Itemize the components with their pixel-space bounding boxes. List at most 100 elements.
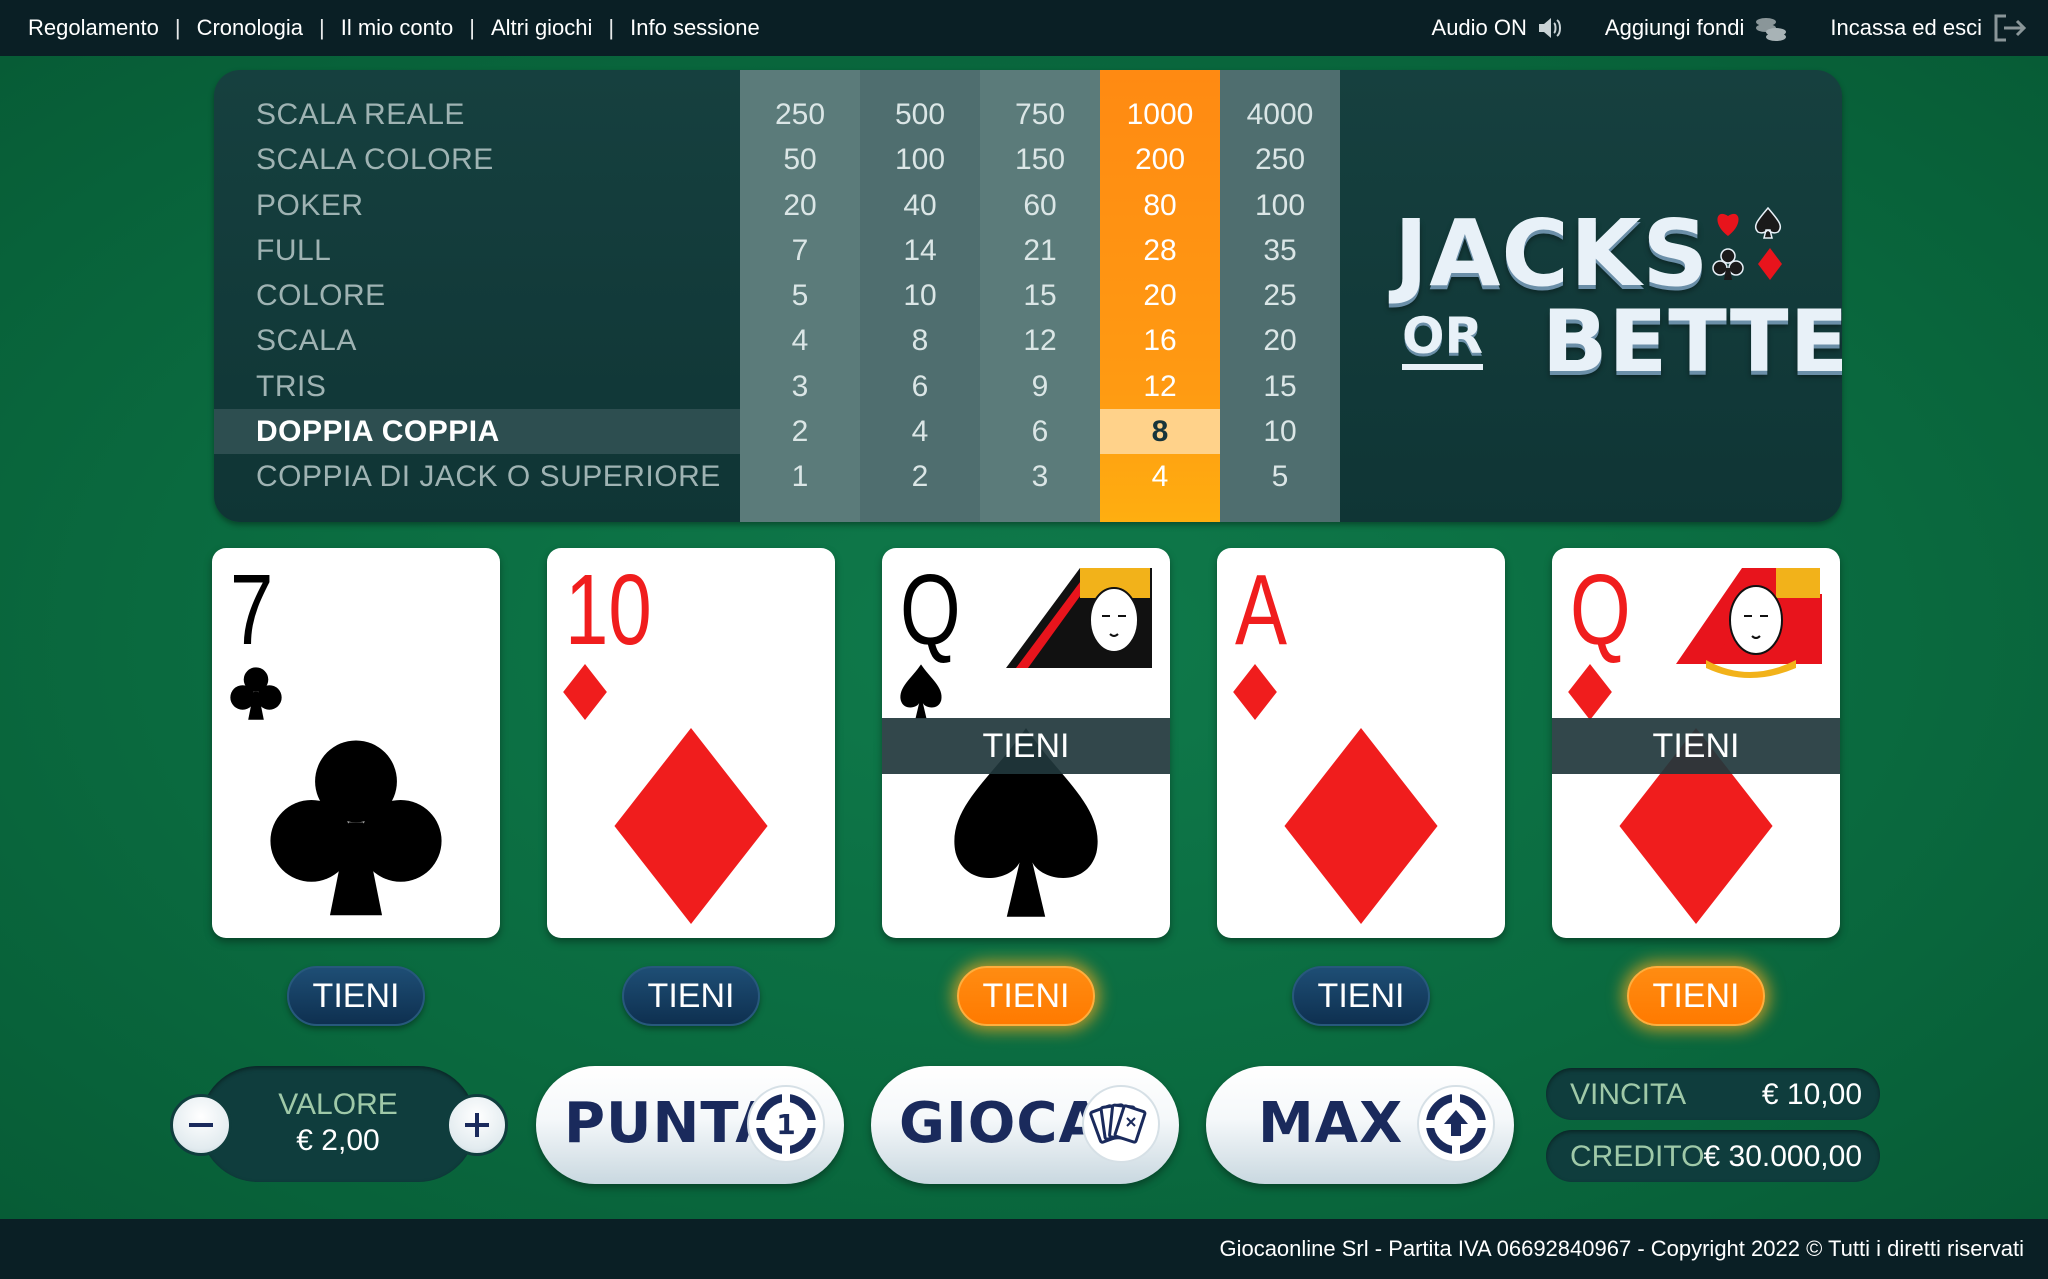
nav-separator: | [608, 15, 615, 40]
payout-value: 6 [1031, 415, 1049, 449]
nav-separator: | [174, 15, 181, 40]
payout-value: 3 [791, 369, 809, 403]
hand-name: COLORE [256, 279, 386, 313]
bet-value-amount: € 2,00 [296, 1124, 380, 1157]
paytable-hand-names: SCALA REALE SCALA COLORE POKER FULL COLO… [214, 70, 740, 522]
increase-bet-button[interactable] [446, 1094, 508, 1156]
audio-label: Audio ON [1431, 15, 1527, 40]
payout-value: 80 [1143, 188, 1177, 222]
payout-value: 3 [1031, 460, 1049, 494]
payout-value: 9 [1031, 369, 1049, 403]
win-value: € 10,00 [1761, 1078, 1862, 1111]
payout-value: 60 [1023, 188, 1057, 222]
club-icon [230, 667, 282, 720]
logo-or: OR [1402, 308, 1484, 370]
payout-value: 16 [1143, 324, 1177, 358]
nav-info-sessione[interactable]: Info sessione [614, 15, 776, 41]
card-rank: Q [1570, 554, 1631, 666]
bet-max-label: MAX [1258, 1091, 1404, 1156]
bet-one-chip-number: 1 [776, 1108, 795, 1141]
payout-value: 7 [791, 233, 809, 267]
bet-max-button[interactable]: MAX [1206, 1066, 1514, 1184]
plus-icon [465, 1113, 489, 1137]
hand-name: TRIS [256, 369, 327, 403]
hold-button-3-active[interactable]: TIENI [957, 966, 1095, 1026]
nav-cronologia[interactable]: Cronologia [181, 15, 319, 41]
payout-value: 5 [1271, 460, 1289, 494]
hold-button-2[interactable]: TIENI [622, 966, 760, 1026]
payout-value: 500 [894, 98, 946, 131]
add-funds-button[interactable]: Aggiungi fondi [1605, 14, 1788, 42]
payout-value: 4 [791, 324, 809, 358]
payout-value: 12 [1023, 324, 1057, 358]
payout-value: 150 [1014, 143, 1066, 177]
payout-column-2: 500 100 40 14 10 8 6 4 2 [860, 70, 980, 522]
payout-value: 250 [774, 98, 826, 131]
main-nav: Regolamento | Cronologia | Il mio conto … [28, 15, 776, 41]
nav-separator: | [319, 15, 325, 40]
card-3[interactable]: Q TIENI [882, 548, 1170, 938]
hand-name: COPPIA DI JACK O SUPERIORE [256, 460, 721, 494]
payout-value: 14 [903, 233, 937, 267]
cashout-label: Incassa ed esci [1830, 15, 1982, 40]
queen-face-icon [1676, 568, 1822, 678]
payout-column-4-active: 1000 200 80 28 20 16 12 8 4 [1100, 70, 1220, 522]
diamond-icon [1568, 664, 1612, 720]
play-label: GIOCA [899, 1091, 1103, 1156]
payout-value: 8 [911, 324, 929, 358]
bet-one-button[interactable]: PUNTA 1 [536, 1066, 844, 1184]
hand-name-highlighted: DOPPIA COPPIA [214, 409, 740, 455]
payout-value: 25 [1263, 279, 1297, 313]
held-banner: TIENI [882, 718, 1170, 774]
hand-name: SCALA [256, 324, 357, 358]
logo-line-2: BETTER [1542, 292, 1842, 392]
footer-copyright: Giocaonline Srl - Partita IVA 0669284096… [0, 1219, 2048, 1279]
payout-value: 6 [911, 369, 929, 403]
session-actions: Audio ON Aggiungi fondi Incassa ed esci [1390, 13, 2028, 43]
payout-value: 2 [911, 460, 929, 494]
payout-value: 750 [1014, 98, 1066, 131]
card-1[interactable]: 7 [212, 548, 500, 938]
cashout-exit-button[interactable]: Incassa ed esci [1830, 13, 2028, 43]
club-icon [270, 740, 442, 916]
add-funds-label: Aggiungi fondi [1604, 15, 1745, 40]
payout-value: 100 [1254, 188, 1306, 222]
payout-value: 20 [1143, 279, 1177, 313]
hold-button-4[interactable]: TIENI [1292, 966, 1430, 1026]
card-4[interactable]: A [1217, 548, 1505, 938]
logo-line-1: JACKS [1394, 200, 1710, 307]
hold-button-1[interactable]: TIENI [287, 966, 425, 1026]
nav-regolamento[interactable]: Regolamento [28, 15, 175, 41]
payout-value: 35 [1263, 233, 1297, 267]
speaker-icon [1538, 18, 1561, 38]
audio-toggle[interactable]: Audio ON [1432, 15, 1563, 41]
bet-max-chip-icon [1417, 1085, 1495, 1163]
exit-icon [1994, 14, 2027, 42]
cards-deck-icon [1082, 1085, 1160, 1163]
bet-value-display: VALORE € 2,00 [200, 1066, 476, 1182]
hold-button-5-active[interactable]: TIENI [1627, 966, 1765, 1026]
payout-value: 20 [783, 188, 817, 222]
payout-value: 200 [1134, 143, 1186, 177]
play-button[interactable]: GIOCA [871, 1066, 1179, 1184]
nav-mio-conto[interactable]: Il mio conto [325, 15, 470, 41]
coins-icon [1756, 18, 1787, 41]
win-display: VINCITA € 10,00 [1546, 1068, 1880, 1120]
paytable: SCALA REALE SCALA COLORE POKER FULL COLO… [214, 70, 1842, 522]
diamond-icon [563, 664, 607, 720]
hand-name: SCALA COLORE [256, 143, 494, 177]
card-5[interactable]: Q TIENI [1552, 548, 1840, 938]
payout-value: 10 [1263, 415, 1297, 449]
minus-icon [189, 1123, 213, 1127]
logo-suits-icon [1712, 206, 1782, 280]
decrease-bet-button[interactable] [170, 1094, 232, 1156]
payout-value: 12 [1143, 369, 1177, 403]
payout-value: 250 [1254, 143, 1306, 177]
payout-value: 15 [1023, 279, 1057, 313]
card-2[interactable]: 10 [547, 548, 835, 938]
payout-value: 1 [791, 460, 809, 494]
nav-altri-giochi[interactable]: Altri giochi [475, 15, 608, 41]
win-label: VINCITA [1570, 1078, 1687, 1111]
payout-value: 50 [783, 143, 817, 177]
payout-value: 40 [903, 188, 937, 222]
